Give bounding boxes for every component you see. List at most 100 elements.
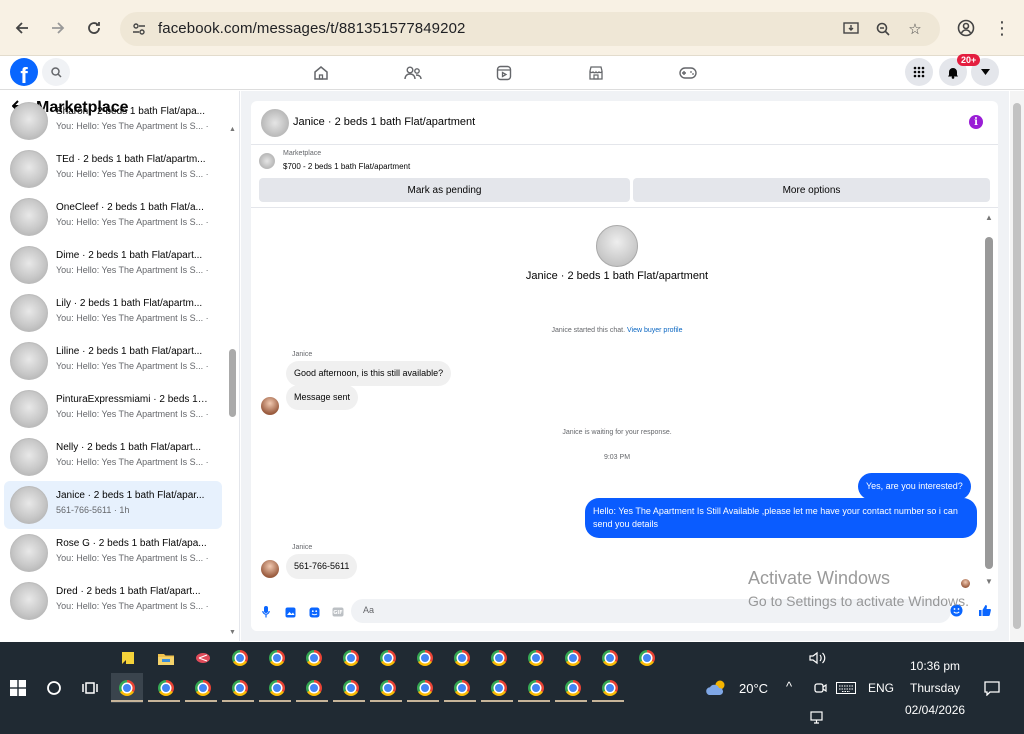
conversation-item[interactable]: Nelly · 2 beds 1 bath Flat/apart... You: …	[4, 433, 222, 481]
search-icon[interactable]	[42, 58, 70, 86]
chrome-taskbar-icon[interactable]	[376, 646, 400, 670]
chrome-taskbar-icon[interactable]	[302, 646, 326, 670]
chrome-taskbar-icon[interactable]	[561, 646, 585, 670]
chat-scroll-up-icon[interactable]: ▲	[985, 213, 993, 222]
address-bar[interactable]: facebook.com/messages/t/881351577849202 …	[120, 12, 940, 46]
chrome-taskbar-icon[interactable]	[376, 676, 400, 700]
conversation-item[interactable]: Liline · 2 beds 1 bath Flat/apart... You:…	[4, 337, 222, 385]
friends-icon[interactable]	[402, 62, 424, 84]
conversation-name: TEd · 2 beds 1 bath Flat/apartm...	[56, 154, 206, 165]
conversation-item[interactable]: Dime · 2 beds 1 bath Flat/apart... You: H…	[4, 241, 222, 289]
chrome-icon	[491, 680, 507, 696]
chrome-taskbar-icon[interactable]	[450, 676, 474, 700]
site-settings-icon[interactable]	[128, 18, 150, 40]
gif-icon[interactable]: GIF	[331, 605, 345, 619]
incoming-message[interactable]: Message sent	[286, 385, 359, 410]
keyboard-icon[interactable]	[834, 676, 858, 700]
conversation-item[interactable]: TEd · 2 beds 1 bath Flat/apartm... You: H…	[4, 145, 222, 193]
chrome-taskbar-icon[interactable]	[413, 676, 437, 700]
chat-scroll-down-icon[interactable]: ▼	[985, 577, 993, 586]
back-icon[interactable]	[8, 14, 36, 42]
conversation-item[interactable]: Sharon · 2 beds 1 bath Flat/apa... You: H…	[4, 97, 222, 145]
conversation-item[interactable]: Janice · 2 beds 1 bath Flat/apar... 561-7…	[4, 481, 222, 529]
chrome-taskbar-icon[interactable]	[228, 676, 252, 700]
more-options-button[interactable]: More options	[633, 178, 990, 202]
snipping-tool-icon[interactable]	[191, 646, 215, 670]
thumbs-up-icon[interactable]	[977, 603, 991, 617]
watch-icon[interactable]	[493, 62, 515, 84]
sticker-icon[interactable]	[307, 605, 321, 619]
conversation-item[interactable]: Dred · 2 beds 1 bath Flat/apart... You: H…	[4, 577, 222, 625]
conversation-item[interactable]: Lily · 2 beds 1 bath Flat/apartm... You: …	[4, 289, 222, 337]
meet-now-icon[interactable]	[808, 676, 832, 700]
forward-icon[interactable]	[44, 14, 72, 42]
tray-chevron-icon[interactable]: ^	[786, 679, 792, 694]
search-circle-icon[interactable]	[42, 676, 66, 700]
chat-title[interactable]: Janice · 2 beds 1 bath Flat/apartment	[293, 116, 475, 128]
chrome-taskbar-icon[interactable]	[524, 676, 548, 700]
conversation-item[interactable]: OneCleef · 2 beds 1 bath Flat/a... You: H…	[4, 193, 222, 241]
chrome-taskbar-icon[interactable]	[302, 676, 326, 700]
temperature[interactable]: 20°C	[739, 681, 768, 696]
file-explorer-icon[interactable]	[154, 646, 178, 670]
marketplace-icon[interactable]	[585, 62, 607, 84]
sticky-notes-icon[interactable]	[116, 646, 140, 670]
info-icon[interactable]: i	[969, 115, 983, 129]
view-buyer-profile-link[interactable]: View buyer profile	[627, 327, 683, 334]
profile-icon[interactable]	[952, 14, 980, 42]
chrome-taskbar-icon[interactable]	[561, 676, 585, 700]
conversation-item[interactable]: PinturaExpressmiami · 2 beds 1 ... You: H…	[4, 385, 222, 433]
buyer-profile-avatar[interactable]	[596, 225, 638, 267]
reload-icon[interactable]	[80, 14, 108, 42]
outgoing-message[interactable]: Yes, are you interested?	[858, 473, 971, 500]
listing-title[interactable]: $700 - 2 beds 1 bath Flat/apartment	[283, 162, 410, 171]
chrome-taskbar-icon[interactable]	[487, 676, 511, 700]
menu-grid-icon[interactable]	[905, 58, 933, 86]
listing-thumbnail[interactable]	[259, 153, 275, 169]
bookmark-star-icon[interactable]: ☆	[904, 18, 926, 40]
incoming-message[interactable]: 561-766-5611	[286, 554, 358, 579]
scroll-down-arrow-icon[interactable]: ▼	[229, 629, 236, 636]
clock-date[interactable]: 02/04/2026	[905, 703, 965, 717]
conversation-item[interactable]: Rose G · 2 beds 1 bath Flat/apa... You: H…	[4, 529, 222, 577]
task-view-icon[interactable]	[78, 676, 102, 700]
chrome-taskbar-icon[interactable]	[524, 646, 548, 670]
outgoing-message[interactable]: Hello: Yes The Apartment Is Still Availa…	[585, 498, 977, 538]
incoming-message[interactable]: Good afternoon, is this still available?	[286, 361, 452, 386]
start-windows-icon[interactable]	[6, 676, 30, 700]
gaming-icon[interactable]	[677, 62, 699, 84]
mark-as-pending-button[interactable]: Mark as pending	[259, 178, 630, 202]
zoom-icon[interactable]	[872, 18, 894, 40]
chat-scrollbar[interactable]	[985, 237, 993, 569]
network-icon[interactable]	[806, 706, 830, 730]
volume-icon[interactable]	[806, 646, 830, 670]
scroll-up-arrow-icon[interactable]: ▲	[229, 126, 236, 133]
chrome-taskbar-icon[interactable]	[487, 646, 511, 670]
chrome-taskbar-icon[interactable]	[339, 676, 363, 700]
chrome-taskbar-icon[interactable]	[154, 676, 178, 700]
facebook-logo[interactable]: f	[10, 58, 38, 86]
chrome-taskbar-icon[interactable]	[339, 646, 363, 670]
chrome-taskbar-icon[interactable]	[228, 646, 252, 670]
chrome-taskbar-icon[interactable]	[635, 646, 659, 670]
clock-time[interactable]: 10:36 pm	[910, 659, 960, 673]
chrome-taskbar-icon[interactable]	[598, 646, 622, 670]
page-scrollbar[interactable]	[1013, 103, 1021, 629]
chrome-taskbar-icon[interactable]	[413, 646, 437, 670]
language-indicator[interactable]: ENG	[868, 681, 894, 695]
chrome-taskbar-icon[interactable]	[265, 646, 289, 670]
chat-avatar[interactable]	[261, 109, 289, 137]
notification-center-icon[interactable]	[980, 676, 1004, 700]
clock-day[interactable]: Thursday	[910, 681, 960, 695]
chrome-taskbar-icon[interactable]	[265, 676, 289, 700]
chrome-taskbar-icon[interactable]	[111, 673, 143, 703]
photo-icon[interactable]	[283, 605, 297, 619]
conversation-list-scrollbar[interactable]	[229, 349, 236, 417]
kebab-menu-icon[interactable]: ⋮	[988, 14, 1016, 42]
chrome-taskbar-icon[interactable]	[598, 676, 622, 700]
install-icon[interactable]	[840, 18, 862, 40]
chrome-taskbar-icon[interactable]	[450, 646, 474, 670]
home-icon[interactable]	[310, 62, 332, 84]
chrome-taskbar-icon[interactable]	[191, 676, 215, 700]
microphone-icon[interactable]	[259, 605, 273, 619]
